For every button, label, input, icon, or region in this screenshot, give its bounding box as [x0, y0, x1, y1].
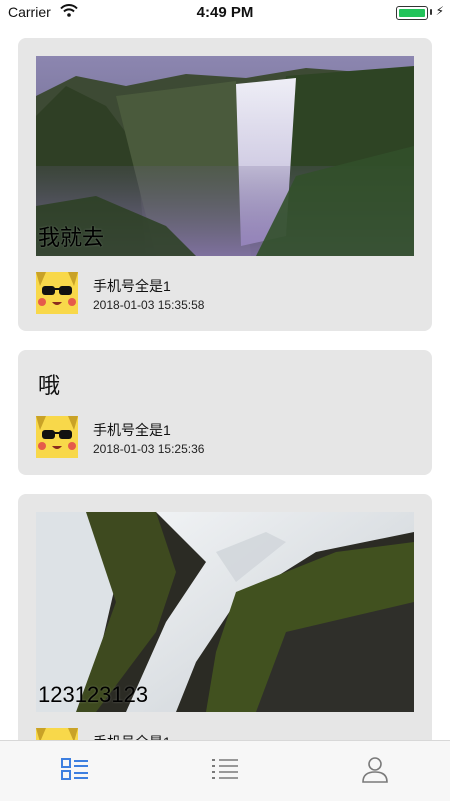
author-name: 手机号全是1 — [93, 278, 171, 294]
tab-feed[interactable] — [0, 741, 150, 801]
post-timestamp: 2018-01-03 15:35:58 — [93, 298, 205, 312]
post-timestamp: 2018-01-03 15:25:36 — [93, 442, 205, 456]
post-caption: 123123123 — [38, 682, 149, 707]
menu-list-icon — [211, 757, 239, 786]
avatar[interactable] — [36, 416, 78, 458]
author-name: 手机号全是1 — [93, 422, 171, 438]
battery-tip — [430, 9, 432, 15]
post-image[interactable]: 123123123 — [36, 512, 414, 712]
clock: 4:49 PM — [196, 4, 254, 21]
status-bar: Carrier 4:49 PM ⚡ — [0, 0, 450, 24]
post-card[interactable]: 哦 手机号全是1 2018-01-03 15:25:36 — [18, 350, 432, 475]
profile-icon — [361, 755, 389, 788]
post-caption: 我就去 — [38, 225, 105, 250]
battery-fill — [399, 9, 425, 17]
post-card[interactable]: 123123123 手机号全是1 — [18, 494, 432, 740]
tab-list[interactable] — [150, 741, 300, 801]
post-author[interactable]: 手机号全是1 2018-01-03 15:35:58 — [36, 272, 396, 316]
feed[interactable]: 我就去 手机号全是1 2018-01-03 15:35:58 哦 手机号全是1 … — [0, 24, 450, 740]
post-author[interactable]: 手机号全是1 2018-01-03 15:25:36 — [36, 416, 396, 460]
list-icon — [61, 757, 89, 786]
author-name: 手机号全是1 — [93, 732, 171, 740]
post-image[interactable]: 我就去 — [36, 56, 414, 256]
tab-profile[interactable] — [300, 741, 450, 801]
tab-bar — [0, 740, 450, 801]
post-card[interactable]: 我就去 手机号全是1 2018-01-03 15:35:58 — [18, 38, 432, 331]
charging-icon: ⚡ — [435, 4, 444, 18]
battery-icon — [396, 6, 428, 20]
post-text: 哦 — [38, 373, 61, 398]
post-author[interactable]: 手机号全是1 — [36, 728, 396, 740]
avatar[interactable] — [36, 272, 78, 314]
avatar[interactable] — [36, 728, 78, 740]
